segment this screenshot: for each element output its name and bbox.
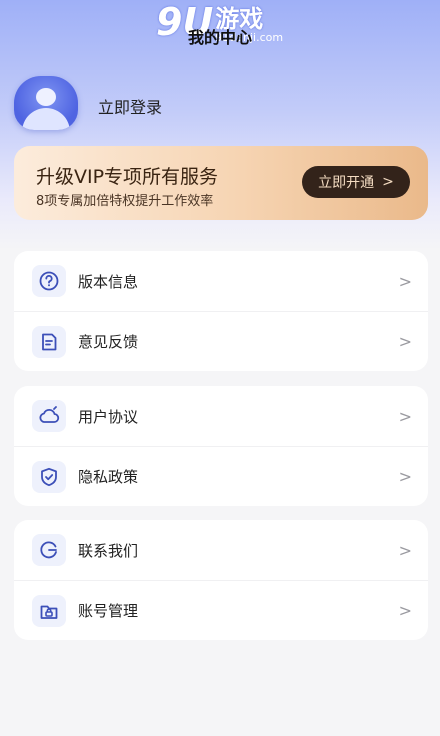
menu-item-user-agreement[interactable]: 用户协议 > <box>14 386 428 446</box>
page-title: 我的中心 <box>187 28 252 47</box>
vip-title: 升级VIP专项所有服务 <box>36 166 219 188</box>
avatar[interactable] <box>14 76 78 130</box>
chevron-right-icon: > <box>382 174 394 190</box>
menu-item-label: 账号管理 <box>78 602 139 620</box>
chevron-right-icon: > <box>398 540 412 560</box>
settings-group-1: 版本信息 > 意见反馈 > <box>14 251 428 371</box>
menu-item-label: 隐私政策 <box>78 468 139 486</box>
lock-folder-icon <box>32 595 66 627</box>
menu-item-feedback[interactable]: 意见反馈 > <box>14 311 428 371</box>
menu-item-account-management[interactable]: 账号管理 > <box>14 580 428 640</box>
menu-item-privacy-policy[interactable]: 隐私政策 > <box>14 446 428 506</box>
login-link[interactable]: 立即登录 <box>98 94 162 118</box>
cloud-icon <box>32 400 66 432</box>
settings-group-2: 用户协议 > 隐私政策 > <box>14 386 428 506</box>
menu-item-label: 版本信息 <box>78 272 139 291</box>
vip-banner[interactable]: 升级VIP专项所有服务 8项专属加倍特权提升工作效率 立即开通 > <box>14 146 428 220</box>
vip-subtitle: 8项专属加倍特权提升工作效率 <box>36 194 214 209</box>
chevron-right-icon: > <box>398 601 412 620</box>
menu-item-version-info[interactable]: 版本信息 > <box>14 251 428 311</box>
menu-item-label: 意见反馈 <box>78 333 139 351</box>
menu-item-contact-us[interactable]: 联系我们 > <box>14 520 428 580</box>
chevron-right-icon: > <box>398 271 412 291</box>
contact-icon <box>32 534 66 566</box>
menu-item-label: 联系我们 <box>78 541 139 560</box>
settings-group-3: 联系我们 > 账号管理 > <box>14 520 428 640</box>
menu-item-label: 用户协议 <box>78 407 139 426</box>
feedback-document-icon <box>32 326 66 358</box>
chevron-right-icon: > <box>398 467 412 486</box>
vip-activate-button[interactable]: 立即开通 > <box>302 166 410 198</box>
shield-check-icon <box>32 461 66 493</box>
vip-button-label: 立即开通 <box>318 175 375 191</box>
chevron-right-icon: > <box>398 406 412 426</box>
question-circle-icon <box>32 265 66 297</box>
chevron-right-icon: > <box>398 332 412 351</box>
